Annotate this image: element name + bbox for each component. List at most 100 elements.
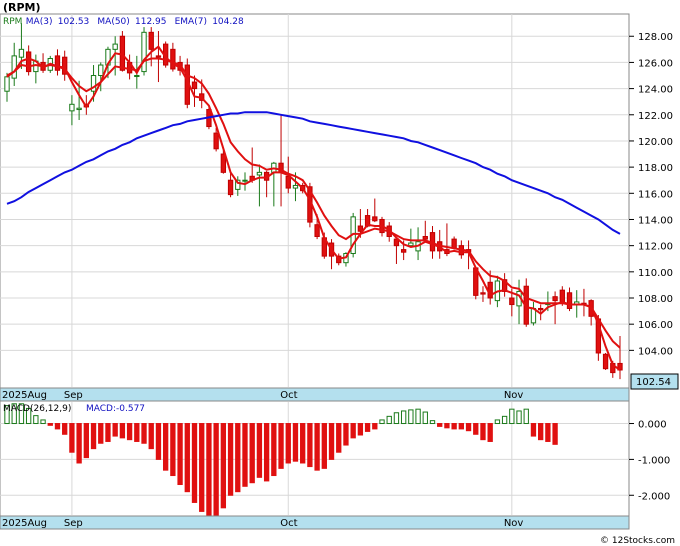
last-price-label: 102.54 <box>636 377 671 388</box>
price-y-tick-label: 108.00 <box>638 294 673 305</box>
macd-bar <box>487 423 493 442</box>
price-x-label: Sep <box>64 390 83 401</box>
macd-bar <box>76 423 82 464</box>
macd-bar <box>271 423 277 477</box>
candle-body <box>602 353 609 370</box>
candle-body <box>69 103 75 112</box>
macd-bar <box>516 410 522 425</box>
macd-bar <box>69 423 75 453</box>
candle-body <box>408 242 414 247</box>
macd-bar <box>256 423 263 478</box>
macd-bar <box>422 411 428 425</box>
candle-body <box>242 179 248 182</box>
macd-bar <box>191 423 198 503</box>
macd-bar <box>350 423 356 439</box>
macd-bar <box>98 423 104 444</box>
macd-bar <box>300 423 306 464</box>
macd-bar <box>321 423 327 469</box>
macd-bar <box>307 423 313 468</box>
macd-bar <box>184 423 190 493</box>
candle-body <box>314 224 320 237</box>
legend-label: MA(50) <box>97 17 129 27</box>
macd-bar <box>437 423 443 427</box>
candle-body <box>256 171 263 176</box>
macd-y-axis: 0.000 -1.000 -2.000 <box>629 420 670 502</box>
macd-bar <box>263 423 270 482</box>
macd-bar <box>372 423 378 430</box>
price-y-tick-label: 124.00 <box>638 85 673 96</box>
legend-value: 104.28 <box>212 17 244 27</box>
macd-bar <box>220 423 227 509</box>
macd-bar <box>451 423 457 430</box>
candle-body <box>552 296 558 302</box>
candle-body <box>400 249 407 253</box>
macd-bar <box>314 423 320 471</box>
candle-body <box>98 64 104 77</box>
macd-x-label: Nov <box>504 518 524 529</box>
candle-body <box>227 179 234 196</box>
chart-title: (RPM) <box>3 1 41 14</box>
price-x-label: Oct <box>280 390 297 401</box>
price-x-label: Nov <box>504 390 524 401</box>
macd-bar <box>54 423 61 430</box>
price-x-axis-band <box>0 387 630 402</box>
macd-bar <box>480 423 486 441</box>
macd-bar <box>501 415 508 425</box>
price-y-tick-label: 116.00 <box>638 189 673 200</box>
candle-body <box>112 43 118 50</box>
price-y-axis: 104.00 106.00 108.00 110.00 112.00 114.00 116.… <box>629 32 673 357</box>
macd-bar <box>126 423 133 441</box>
macd-bar <box>336 423 342 453</box>
candle-body <box>213 132 219 150</box>
macd-bar <box>177 423 183 486</box>
macd-bar <box>393 412 400 425</box>
macd-bar <box>199 423 205 512</box>
candle-body <box>148 31 154 50</box>
macd-bar <box>530 423 537 437</box>
macd-bar <box>494 419 501 425</box>
price-y-tick-label: 118.00 <box>638 163 673 174</box>
macd-x-axis-band <box>0 515 630 530</box>
price-y-tick-label: 110.00 <box>638 268 673 279</box>
legend-value: 102.53 <box>58 17 90 27</box>
macd-bar <box>162 423 169 471</box>
macd-bar <box>155 423 162 460</box>
macd-y-tick-label: -1.000 <box>638 455 670 466</box>
price-y-tick-label: 114.00 <box>638 215 673 226</box>
macd-bar <box>278 423 284 469</box>
macd-bar <box>148 423 154 450</box>
macd-y-tick-label: -2.000 <box>638 491 670 502</box>
legend-value: 112.95 <box>135 17 167 27</box>
macd-bar <box>242 423 248 487</box>
macd-bar <box>235 423 241 493</box>
macd-bar <box>386 415 392 425</box>
price-y-tick-label: 126.00 <box>638 58 673 69</box>
price-y-tick-label: 128.00 <box>638 32 673 43</box>
macd-bar <box>509 408 515 425</box>
candle-body <box>480 292 486 295</box>
macd-legend-value: MACD:-0.577 <box>86 404 145 414</box>
macd-bar <box>328 423 335 460</box>
macd-bar <box>83 423 89 459</box>
candle-body <box>4 76 10 92</box>
macd-bar <box>119 423 126 439</box>
candle-body <box>11 55 17 79</box>
macd-x-label: 2025Aug <box>2 518 47 529</box>
macd-bar <box>473 423 479 435</box>
macd-x-label: Oct <box>280 518 297 529</box>
macd-bar <box>62 423 68 435</box>
candle-body <box>155 55 162 58</box>
price-y-tick-label: 104.00 <box>638 346 673 357</box>
macd-bar <box>429 420 436 425</box>
macd-bar <box>343 423 349 446</box>
macd-bar <box>458 423 465 430</box>
legend-label: EMA(7) <box>175 17 207 27</box>
candle-body <box>119 35 126 71</box>
macd-bar <box>408 409 414 425</box>
macd-bar <box>33 415 39 425</box>
macd-bar <box>227 423 234 496</box>
macd-bar <box>545 423 551 442</box>
macd-bar <box>292 423 299 462</box>
macd-bar <box>552 423 558 445</box>
candle-body <box>134 75 140 78</box>
